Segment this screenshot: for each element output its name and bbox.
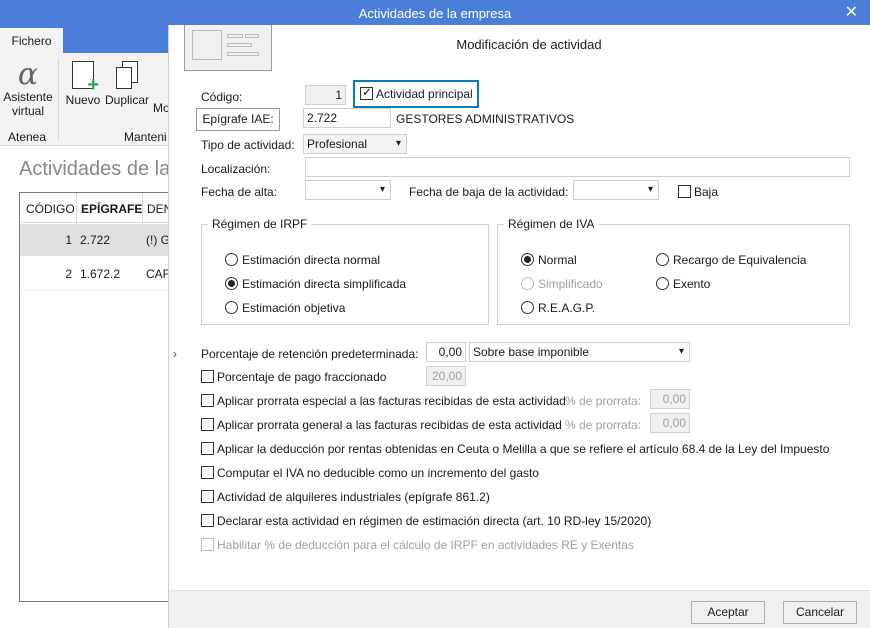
window-title: Actividades de la empresa — [0, 0, 870, 28]
cancelar-button[interactable]: Cancelar — [783, 601, 857, 624]
col-codigo[interactable]: CÓDIGO — [26, 202, 75, 216]
irpf-group: Régimen de IRPF Estimación directa norma… — [201, 217, 489, 325]
checkbox-checked-icon: ✓ — [360, 85, 373, 100]
iva-simplificado-radio[interactable]: Simplificado — [521, 277, 603, 291]
codigo-label: Código: — [201, 90, 243, 104]
fraccionado-field: 20,00 — [426, 366, 466, 386]
localizacion-label: Localización: — [201, 162, 271, 176]
iva-exento-radio[interactable]: Exento — [656, 277, 710, 291]
prorrata-especial-checkbox[interactable]: Aplicar prorrata especial a las facturas… — [201, 394, 566, 408]
activities-table: CÓDIGO EPÍGRAFE DEN 1 2.722 (!) G 2 1.67… — [19, 192, 180, 602]
alpha-icon: α — [17, 57, 39, 92]
group-label: Atenea — [8, 130, 47, 144]
baja-checkbox[interactable]: Baja — [678, 185, 718, 199]
codigo-field: 1 — [305, 85, 346, 105]
aceptar-button[interactable]: Aceptar — [691, 601, 765, 624]
iva-normal-radio[interactable]: Normal — [521, 253, 577, 267]
duplicate-icon — [114, 61, 140, 91]
fraccionado-checkbox[interactable]: Porcentaje de pago fraccionado — [201, 370, 386, 384]
fecha-baja-field[interactable] — [573, 180, 659, 200]
modificacion-dialog: › Modificación de actividad Código: 1 ✓ A… — [168, 25, 870, 628]
expand-arrow-icon[interactable]: › — [173, 347, 177, 361]
epigrafe-description: GESTORES ADMINISTRATIVOS — [396, 112, 575, 126]
irpf-option[interactable]: Estimación directa normal — [225, 253, 380, 267]
ribbon: Fichero α Asistente virtual Atenea + Nue… — [0, 28, 170, 146]
dialog-title: Modificación de actividad — [456, 37, 602, 52]
fecha-baja-label: Fecha de baja de la actividad: — [409, 185, 569, 199]
close-icon[interactable]: ✕ — [845, 0, 858, 26]
computar-iva-checkbox[interactable]: Computar el IVA no deducible como un inc… — [201, 466, 539, 480]
fecha-alta-field[interactable] — [305, 180, 391, 200]
list-title: Actividades de la — [19, 158, 171, 180]
ceuta-melilla-checkbox[interactable]: Aplicar la deducción por rentas obtenida… — [201, 442, 829, 456]
new-document-icon: + — [72, 61, 99, 95]
retencion-field[interactable]: 0,00 — [426, 342, 466, 362]
irpf-option[interactable]: Estimación directa simplificada — [225, 277, 406, 291]
iva-recargo-radio[interactable]: Recargo de Equivalencia — [656, 253, 806, 267]
retencion-label: Porcentaje de retención predeterminada: — [201, 347, 419, 361]
duplicar-button[interactable]: Duplicar — [104, 61, 150, 107]
iva-group: Régimen de IVA Normal Simplificado R.E.A… — [497, 217, 850, 325]
asistente-virtual-button[interactable]: α Asistente virtual — [2, 57, 54, 119]
prorrata-especial-field: 0,00 — [650, 389, 690, 409]
tipo-actividad-select[interactable]: Profesional — [303, 134, 407, 154]
habilitar-checkbox[interactable]: Habilitar % de deducción para el cálculo… — [201, 538, 634, 552]
activities-list-panel: Actividades de la CÓDIGO EPÍGRAFE DEN 1 … — [0, 146, 180, 628]
tab-fichero[interactable]: Fichero — [0, 28, 63, 53]
localizacion-field[interactable] — [305, 157, 850, 177]
actividad-principal-checkbox[interactable]: ✓ Actividad principal — [353, 80, 479, 108]
iva-reagp-radio[interactable]: R.E.A.G.P. — [521, 301, 595, 315]
prorrata-general-checkbox[interactable]: Aplicar prorrata general a las facturas … — [201, 418, 562, 432]
fecha-alta-label: Fecha de alta: — [201, 185, 278, 199]
tipo-label: Tipo de actividad: — [201, 138, 295, 152]
prorrata-label: % de prorrata: — [565, 394, 642, 408]
alquileres-checkbox[interactable]: Actividad de alquileres industriales (ep… — [201, 490, 490, 504]
group-label: Manteni — [124, 130, 167, 144]
declarar-checkbox[interactable]: Declarar esta actividad en régimen de es… — [201, 514, 651, 528]
epigrafe-iae-button[interactable]: Epígrafe IAE: — [196, 108, 280, 131]
prorrata-general-field: 0,00 — [650, 413, 690, 433]
epigrafe-field[interactable]: 2.722 — [303, 108, 391, 128]
table-row[interactable]: 2 1.672.2 CAF — [20, 258, 180, 290]
table-header: CÓDIGO EPÍGRAFE DEN — [20, 193, 180, 223]
irpf-option[interactable]: Estimación objetiva — [225, 301, 345, 315]
retencion-base-select[interactable]: Sobre base imponible — [469, 342, 690, 362]
col-epigrafe[interactable]: EPÍGRAFE — [76, 193, 142, 223]
button-bar: Aceptar Cancelar — [169, 590, 870, 628]
nuevo-button[interactable]: + Nuevo — [64, 61, 102, 107]
prorrata-label: % de prorrata: — [565, 418, 642, 432]
table-row[interactable]: 1 2.722 (!) G — [20, 224, 180, 256]
